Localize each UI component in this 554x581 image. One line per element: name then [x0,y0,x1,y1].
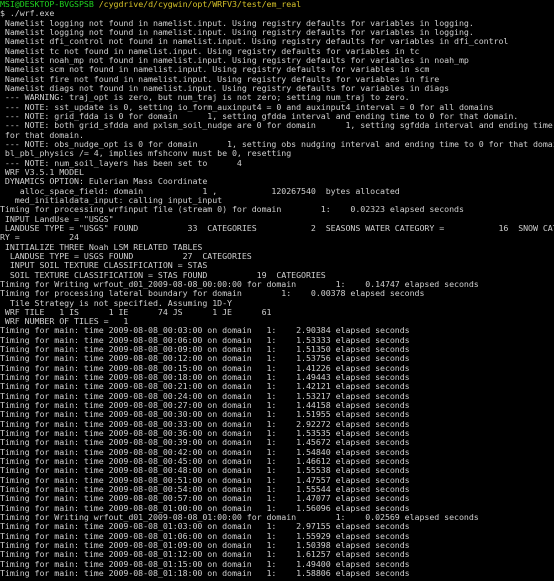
terminal-window[interactable]: MSI@DESKTOP-BVGSPSB /cygdrive/d/cygwin/o… [0,0,554,581]
prompt-path: /cygdrive/d/cygwin/opt/WRFV3/test/em_rea… [98,0,302,9]
output-line: Timing for main: time 2009-08-08_01:18:0… [0,568,410,579]
output-line: LANDUSE TYPE = "USGS" FOUND 33 CATEGORIE… [0,222,554,233]
terminal-output: Namelist logging not found in namelist.i… [0,18,554,579]
prompt-line: MSI@DESKTOP-BVGSPSB /cygdrive/d/cygwin/o… [0,0,554,9]
